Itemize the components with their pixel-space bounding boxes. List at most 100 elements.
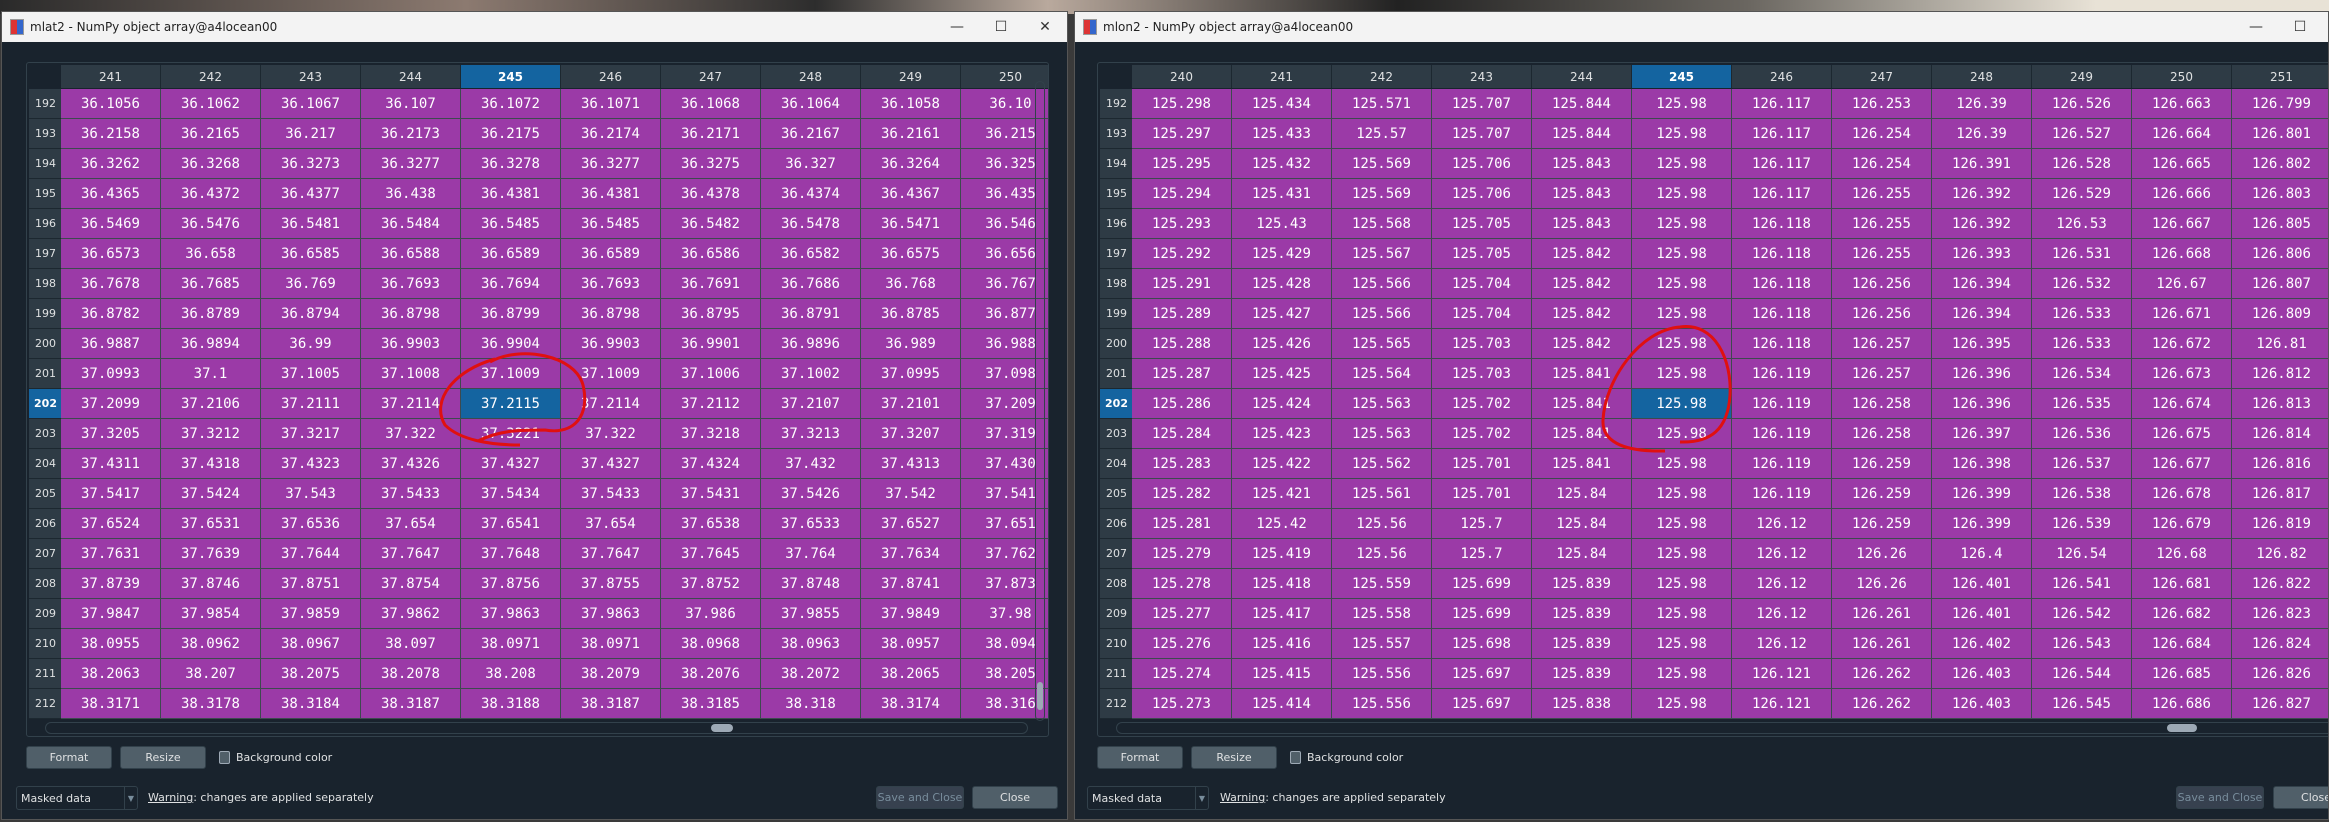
table-cell[interactable]: 126.67 (2132, 269, 2232, 299)
row-header[interactable]: 205 (1100, 479, 1133, 509)
table-cell[interactable]: 126.117 (1732, 179, 1832, 209)
table-cell[interactable]: 36.9903 (361, 329, 461, 359)
table-cell[interactable]: 125.563 (1332, 389, 1432, 419)
table-cell[interactable]: 38.3185 (661, 689, 761, 719)
table-cell[interactable]: 126.262 (1832, 689, 1932, 719)
table-cell[interactable]: 125.569 (1332, 149, 1432, 179)
table-cell[interactable]: 36.4372 (161, 179, 261, 209)
table-cell[interactable]: 37.5433 (561, 479, 661, 509)
table-cell[interactable]: 36.6586 (661, 239, 761, 269)
table-cell[interactable]: 38.2063 (61, 659, 161, 689)
table-cell[interactable]: 125.839 (1532, 629, 1632, 659)
row-header[interactable]: 199 (29, 299, 62, 329)
table-cell[interactable]: 37.8755 (561, 569, 661, 599)
dropdown-arrow-icon[interactable]: ▼ (1195, 787, 1208, 809)
table-cell[interactable]: 125.425 (1232, 359, 1332, 389)
table-cell[interactable]: 125.844 (1532, 119, 1632, 149)
table-cell[interactable]: 37.8741 (861, 569, 961, 599)
table-cell[interactable]: 38.3187 (561, 689, 661, 719)
table-cell[interactable]: 126.393 (1932, 239, 2032, 269)
row-header[interactable]: 201 (1100, 359, 1133, 389)
row-header[interactable]: 196 (29, 209, 62, 239)
table-cell[interactable]: 126.678 (2132, 479, 2232, 509)
table-cell[interactable]: 125.56 (1332, 509, 1432, 539)
table-cell[interactable]: 125.294 (1132, 179, 1232, 209)
table-cell[interactable]: 126.539 (2032, 509, 2132, 539)
table-cell[interactable]: 125.288 (1132, 329, 1232, 359)
table-cell[interactable]: 126.812 (2232, 359, 2328, 389)
table-cell[interactable]: 125.98 (1632, 359, 1732, 389)
row-header[interactable]: 193 (1100, 119, 1133, 149)
table-cell[interactable]: 36.5484 (361, 209, 461, 239)
table-cell[interactable]: 36.2171 (661, 119, 761, 149)
table-cell[interactable]: 126.827 (2232, 689, 2328, 719)
table-cell[interactable]: 126.806 (2232, 239, 2328, 269)
row-header[interactable]: 204 (29, 449, 62, 479)
row-header[interactable]: 210 (29, 629, 62, 659)
table-cell[interactable]: 37.3213 (761, 419, 861, 449)
table-cell[interactable]: 37.986 (661, 599, 761, 629)
table-cell[interactable]: 37.7631 (61, 539, 161, 569)
table-cell[interactable]: 125.98 (1632, 419, 1732, 449)
table-cell[interactable]: 126.392 (1932, 179, 2032, 209)
table-cell[interactable]: 37.8746 (161, 569, 261, 599)
minimize-icon[interactable]: — (935, 12, 979, 42)
row-header[interactable]: 194 (29, 149, 62, 179)
table-cell[interactable]: 36.4367 (861, 179, 961, 209)
table-cell[interactable]: 126.119 (1732, 389, 1832, 419)
table-cell[interactable]: 37.1 (161, 359, 261, 389)
table-cell[interactable]: 126.399 (1932, 479, 2032, 509)
table-cell[interactable]: 126.258 (1832, 389, 1932, 419)
table-cell[interactable]: 126.4 (1932, 539, 2032, 569)
table-cell[interactable]: 125.419 (1232, 539, 1332, 569)
table-cell[interactable]: 37.3207 (861, 419, 961, 449)
table-cell[interactable]: 37.2106 (161, 389, 261, 419)
row-header[interactable]: 197 (1100, 239, 1133, 269)
table-cell[interactable]: 36.7685 (161, 269, 261, 299)
row-header[interactable]: 212 (29, 689, 62, 719)
table-cell[interactable]: 125.567 (1332, 239, 1432, 269)
table-cell[interactable]: 125.839 (1532, 599, 1632, 629)
table-cell[interactable]: 126.672 (2132, 329, 2232, 359)
table-cell[interactable]: 36.4374 (761, 179, 861, 209)
row-header[interactable]: 212 (1100, 689, 1133, 719)
table-cell[interactable]: 126.119 (1732, 449, 1832, 479)
table-cell[interactable]: 126.396 (1932, 359, 2032, 389)
table-cell[interactable]: 36.4377 (261, 179, 361, 209)
table-cell[interactable]: 36.8798 (561, 299, 661, 329)
table-cell[interactable]: 126.392 (1932, 209, 2032, 239)
table-cell[interactable]: 36.6582 (761, 239, 861, 269)
table-cell[interactable]: 125.284 (1132, 419, 1232, 449)
table-cell[interactable]: 125.843 (1532, 179, 1632, 209)
table-cell[interactable]: 37.3217 (261, 419, 361, 449)
table-cell[interactable]: 126.117 (1732, 149, 1832, 179)
table-cell[interactable]: 37.654 (361, 509, 461, 539)
table-cell[interactable]: 36.5481 (261, 209, 361, 239)
table-cell[interactable]: 126.117 (1732, 119, 1832, 149)
table-cell[interactable]: 37.7634 (861, 539, 961, 569)
table-cell[interactable]: 126.823 (2232, 599, 2328, 629)
table-cell[interactable]: 126.258 (1832, 419, 1932, 449)
table-cell[interactable]: 36.99 (261, 329, 361, 359)
table-cell[interactable]: 126.544 (2032, 659, 2132, 689)
table-cell[interactable]: 125.564 (1332, 359, 1432, 389)
table-cell[interactable]: 126.686 (2132, 689, 2232, 719)
table-cell[interactable]: 126.528 (2032, 149, 2132, 179)
table-cell[interactable]: 125.57 (1332, 119, 1432, 149)
table-cell[interactable]: 126.68 (2132, 539, 2232, 569)
table-cell[interactable]: 126.533 (2032, 299, 2132, 329)
horizontal-scrollbar-thumb[interactable] (711, 724, 733, 732)
table-cell[interactable]: 125.568 (1332, 209, 1432, 239)
table-cell[interactable]: 125.98 (1632, 539, 1732, 569)
table-cell[interactable]: 36.5471 (861, 209, 961, 239)
column-header[interactable]: 241 (1232, 65, 1332, 88)
table-cell[interactable]: 125.839 (1532, 659, 1632, 689)
table-cell[interactable]: 126.255 (1832, 179, 1932, 209)
table-cell[interactable]: 36.989 (861, 329, 961, 359)
table-cell[interactable]: 125.291 (1132, 269, 1232, 299)
table-cell[interactable]: 37.0993 (61, 359, 161, 389)
table-cell[interactable]: 125.431 (1232, 179, 1332, 209)
table-cell[interactable]: 126.675 (2132, 419, 2232, 449)
table-cell[interactable]: 37.8752 (661, 569, 761, 599)
table-cell[interactable]: 126.819 (2232, 509, 2328, 539)
